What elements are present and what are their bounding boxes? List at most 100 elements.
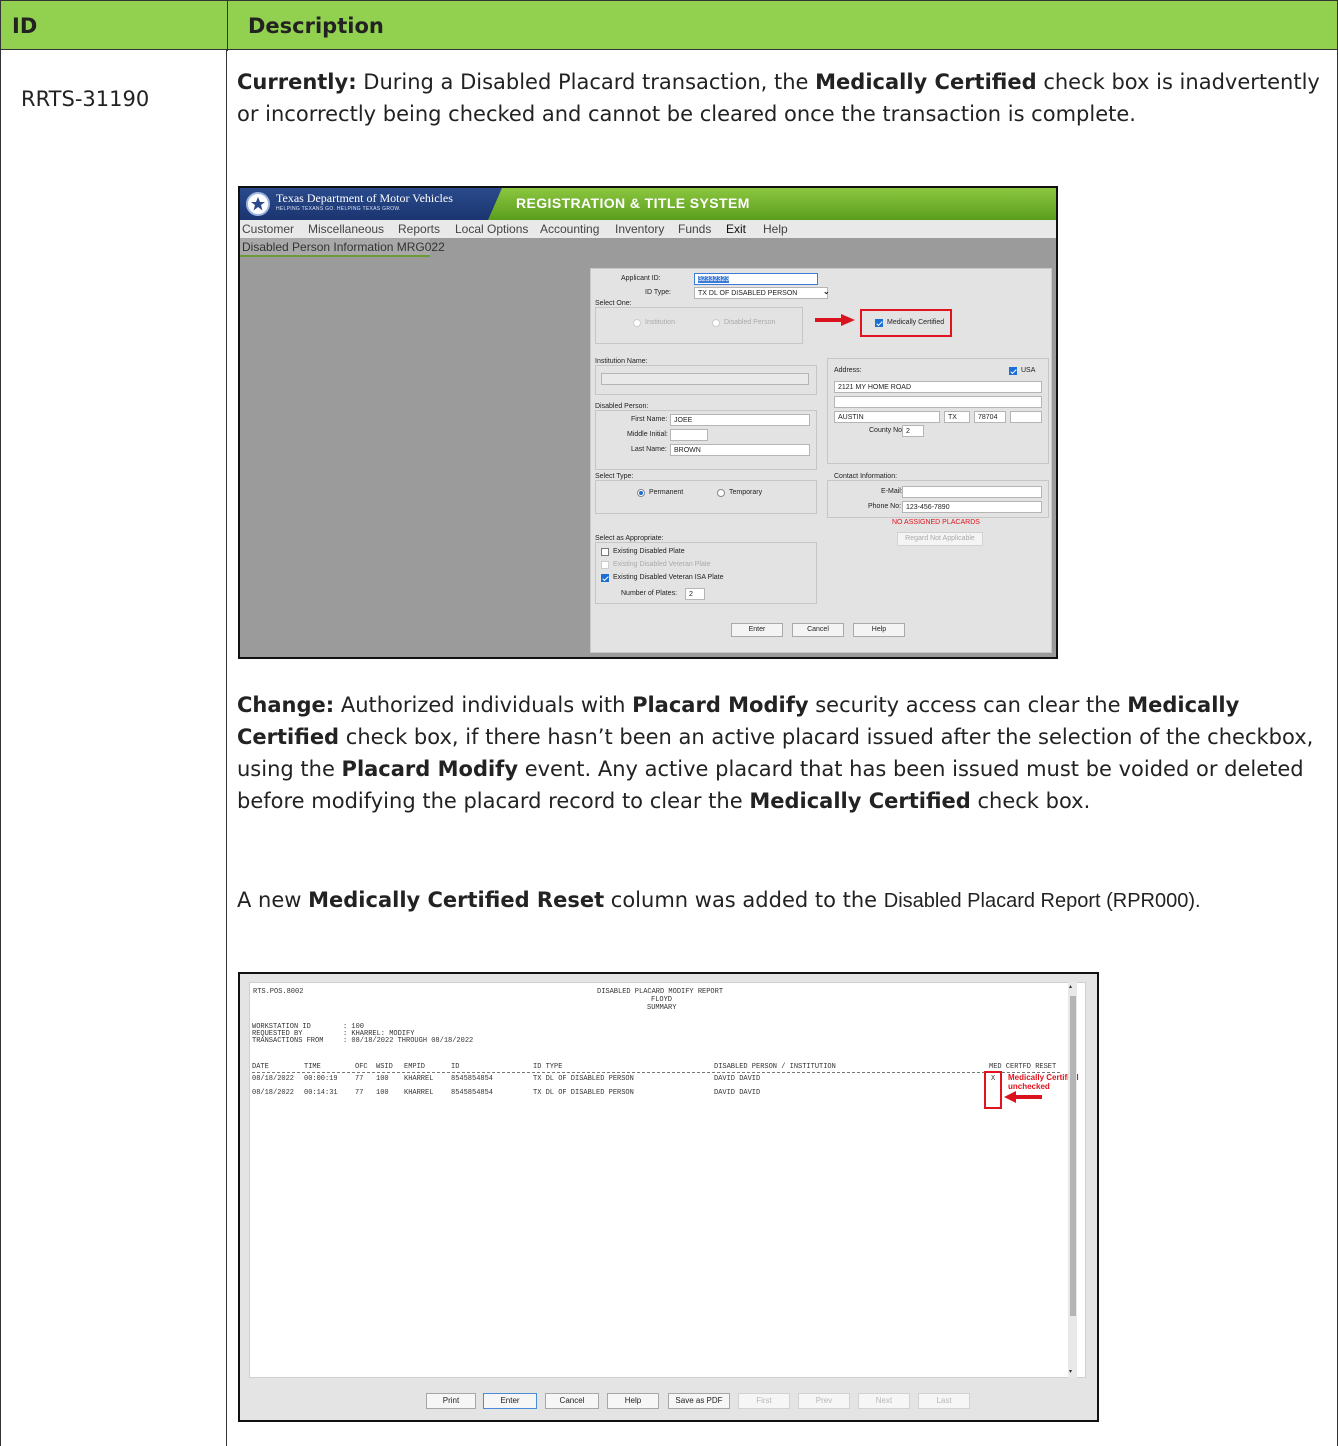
phone-field[interactable]: 123-456-7890 [902,501,1042,513]
next-page-button[interactable]: Next [858,1393,910,1409]
phone-label: Phone No: [868,503,902,510]
state-field[interactable]: TX [944,411,970,423]
institution-radio[interactable] [633,319,641,327]
header-divider [227,1,228,51]
address-line2-field[interactable] [834,396,1042,408]
id-type-select[interactable]: TX DL OF DISABLED PERSON [694,287,828,299]
address-line1-field[interactable]: 2121 MY HOME ROAD [834,381,1042,393]
menu-exit[interactable]: Exit [726,222,746,236]
regard-not-applicable-button[interactable]: Regard Not Applicable [897,532,983,546]
disabled-person-label: Disabled Person: [595,403,649,410]
usa-checkbox[interactable] [1009,367,1017,375]
temporary-radio[interactable] [717,489,725,497]
existing-veteran-plate-checkbox[interactable] [601,561,609,569]
currently-bold-1: Medically Certified [815,70,1037,94]
table-row-2-wsid: 100 [376,1089,389,1097]
middle-initial-field[interactable] [670,429,708,441]
table-row-2-empid: KHARREL [404,1089,434,1097]
scrollbar-thumb[interactable] [1070,996,1076,1316]
existing-veteran-isa-checkbox[interactable] [601,574,609,582]
column-person: DISABLED PERSON / INSTITUTION [714,1063,836,1071]
system-name: REGISTRATION & TITLE SYSTEM [516,195,750,211]
temporary-option-label: Temporary [729,489,763,496]
email-field[interactable] [902,486,1042,498]
first-name-field[interactable]: JOEE [670,414,810,426]
new-text-3: Disabled Placard Report (RPR000). [883,890,1201,912]
change-text-2: security access can clear the [808,693,1128,717]
red-arrow-left-icon [1004,1091,1042,1103]
disabled-person-radio[interactable] [712,319,720,327]
table-row-1-date: 08/18/2022 [252,1075,295,1083]
change-bold-3: Placard Modify [341,757,519,781]
number-of-plates-label: Number of Plates: [621,590,678,597]
permanent-radio[interactable] [637,489,645,497]
scroll-up-icon[interactable]: ▴ [1069,983,1072,990]
column-date: DATE [252,1063,269,1071]
menu-help[interactable]: Help [763,222,788,236]
city-field[interactable]: AUSTIN [834,411,940,423]
report-scrollbar[interactable]: ▴ ▾ [1068,982,1077,1378]
prev-page-button[interactable]: Prev [798,1393,850,1409]
institution-option-label: Institution [645,319,675,326]
county-no-field[interactable]: 2 [902,425,924,437]
institution-name-label: Institution Name: [595,358,648,365]
menu-local-options[interactable]: Local Options [455,222,528,236]
zip-field[interactable]: 78704 [974,411,1006,423]
menu-funds[interactable]: Funds [678,222,711,236]
meta-value-transactions: : 08/18/2022 THROUGH 08/18/2022 [343,1037,474,1045]
disabled-person-option-label: Disabled Person [724,319,776,326]
rts-screenshot: Texas Department of Motor Vehicles HELPI… [238,186,1058,659]
last-page-button[interactable]: Last [918,1393,970,1409]
menu-accounting[interactable]: Accounting [540,222,599,236]
change-text-1: Authorized individuals with [334,693,633,717]
county-no-label: County No: [869,427,905,434]
zip-plus4-field[interactable] [1010,411,1042,423]
existing-plate-label: Existing Disabled Plate [613,548,685,555]
print-button[interactable]: Print [426,1393,476,1409]
new-text-2: column was added to the [604,888,884,912]
chevron-down-icon[interactable]: ⌄ [823,287,830,296]
enter-button[interactable]: Enter [731,623,783,637]
table-row-2-id: 8545854854 [451,1089,494,1097]
existing-plate-checkbox[interactable] [601,548,609,556]
no-placards-message: NO ASSIGNED PLACARDS [892,519,980,526]
institution-name-field[interactable] [601,373,809,385]
first-name-label: First Name: [631,416,668,423]
report-cancel-button[interactable]: Cancel [545,1393,599,1409]
save-as-pdf-button[interactable]: Save as PDF [668,1393,730,1409]
menu-customer[interactable]: Customer [242,222,294,236]
cancel-button[interactable]: Cancel [792,623,844,637]
table-row-1-wsid: 100 [376,1075,389,1083]
email-label: E-Mail: [881,488,903,495]
help-button[interactable]: Help [853,623,905,637]
change-paragraph: Change: Authorized individuals with Plac… [237,689,1327,817]
middle-initial-label: Middle Initial: [627,431,668,438]
permanent-option-label: Permanent [649,489,684,496]
applicant-id-field[interactable]: 32332323 [694,273,818,285]
report-help-button[interactable]: Help [607,1393,659,1409]
header-separator [252,1072,1060,1073]
usa-label: USA [1021,367,1036,374]
table-row-2-time: 00:14:31 [304,1089,338,1097]
table-row-1-empid: KHARREL [404,1075,434,1083]
scroll-down-icon[interactable]: ▾ [1069,1368,1072,1375]
menu-reports[interactable]: Reports [398,222,440,236]
agency-tagline: HELPING TEXANS GO. HELPING TEXAS GROW. [276,206,401,212]
table-row-2-person: DAVID DAVID [714,1089,761,1097]
last-name-field[interactable]: BROWN [670,444,810,456]
row-id: RRTS-31190 [21,87,150,111]
number-of-plates-field[interactable]: 2 [685,588,705,600]
report-enter-button[interactable]: Enter [483,1393,537,1409]
header-id: ID [12,14,38,38]
table-row-2-id-type: TX DL OF DISABLED PERSON [533,1089,634,1097]
header-description: Description [248,14,384,38]
red-arrow-icon [815,314,855,326]
first-page-button[interactable]: First [738,1393,790,1409]
medically-certified-checkbox[interactable] [875,319,883,327]
menu-miscellaneous[interactable]: Miscellaneous [308,222,384,236]
menu-inventory[interactable]: Inventory [615,222,664,236]
select-type-group [595,480,817,514]
disabled-person-form: Applicant ID: 32332323 ID Type: TX DL OF… [590,268,1052,653]
change-label: Change: [237,693,335,717]
txdmv-star-logo-icon [246,192,270,216]
